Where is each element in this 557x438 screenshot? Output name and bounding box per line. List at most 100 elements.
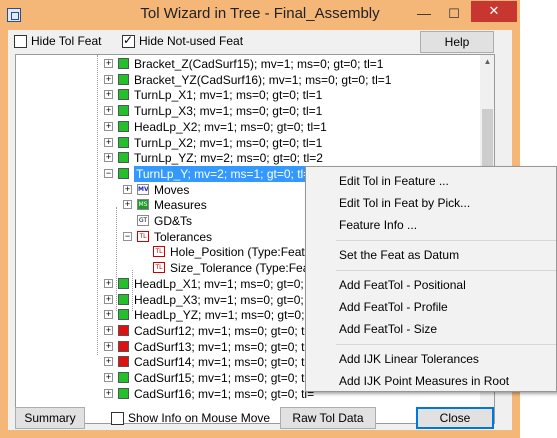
tree-row[interactable]: + TurnLp_X1; mv=1; ms=0; gt=0; tl=1	[16, 87, 486, 103]
expand-toggle[interactable]: −	[123, 231, 132, 241]
expand-toggle[interactable]: +	[104, 325, 113, 335]
feature-label: HeadLp_YZ; mv=1; ms=0; gt=0; tl=	[134, 308, 321, 323]
tree-row[interactable]: + TurnLp_YZ; mv=2; ms=0; gt=0; tl=2	[16, 150, 486, 166]
raw-tol-data-button[interactable]: Raw Tol Data	[280, 407, 376, 429]
expand-toggle[interactable]: +	[104, 294, 113, 304]
show-info-checkbox[interactable]: Show Info on Mouse Move	[111, 411, 270, 425]
feature-status-icon	[118, 136, 129, 148]
menu-item[interactable]: Add FeatTol - Profile	[339, 297, 448, 317]
title-bar[interactable]: Tol Wizard in Tree - Final_Assembly — ☐ …	[0, 0, 520, 30]
feature-status-icon	[118, 277, 129, 289]
feature-status-icon	[118, 387, 129, 399]
summary-button[interactable]: Summary	[15, 407, 85, 429]
menu-item[interactable]: Edit Tol in Feature ...	[339, 171, 449, 191]
tl-icon: TL	[153, 262, 165, 274]
context-menu: Edit Tol in Feature ... Edit Tol in Feat …	[305, 166, 557, 392]
feature-status-icon	[118, 293, 129, 305]
hide-tol-feat-checkbox[interactable]: Hide Tol Feat	[14, 34, 101, 48]
expand-toggle[interactable]: +	[104, 137, 113, 147]
maximize-button[interactable]: ☐	[440, 4, 468, 24]
feature-label: CadSurf15; mv=1; ms=0; gt=0; tl=	[134, 371, 315, 385]
feature-label: Bracket_Z(CadSurf15); mv=1; ms=0; gt=0; …	[134, 57, 384, 71]
feature-label: CadSurf13; mv=1; ms=0; gt=0; tl=0	[134, 339, 321, 354]
tree-node-tolerance-item-label: Hole_Position (Type:Feature	[170, 245, 323, 260]
ms-icon: MS	[137, 199, 149, 211]
menu-item[interactable]: Add IJK Point Measures in Root	[339, 371, 509, 391]
feature-label: HeadLp_X1; mv=1; ms=0; gt=0; tl=	[134, 276, 321, 291]
feature-status-icon	[118, 73, 129, 85]
tl-icon: TL	[137, 230, 149, 242]
feature-status-icon	[118, 167, 129, 179]
feature-status-icon	[118, 309, 129, 321]
feature-label: HeadLp_X2; mv=1; ms=0; gt=0; tl=1	[134, 119, 327, 134]
tree-node-moves-label: Moves	[154, 182, 190, 197]
tree-row[interactable]: + HeadLp_X2; mv=1; ms=0; gt=0; tl=1	[16, 119, 486, 135]
menu-item[interactable]: Edit Tol in Feat by Pick...	[339, 193, 470, 213]
show-info-box[interactable]	[111, 411, 124, 425]
expand-toggle[interactable]: +	[104, 310, 113, 320]
window-close-button[interactable]: ✕	[471, 1, 517, 22]
tree-row[interactable]: + Bracket_Z(CadSurf15); mv=1; ms=0; gt=0;…	[16, 56, 486, 72]
tree-row[interactable]: + Bracket_YZ(CadSurf16); mv=1; ms=0; gt=0…	[16, 72, 486, 88]
feature-status-icon	[118, 89, 129, 101]
expand-toggle[interactable]: +	[123, 184, 132, 194]
expand-toggle[interactable]: +	[104, 373, 113, 382]
feature-label: TurnLp_Y; mv=2; ms=1; gt=0; tl=2	[134, 165, 319, 182]
feature-label: CadSurf14; mv=1; ms=0; gt=0; tl=0	[134, 355, 321, 370]
expand-toggle[interactable]: +	[104, 121, 113, 131]
expand-toggle[interactable]: +	[104, 90, 113, 100]
menu-item[interactable]: Add FeatTol - Positional	[339, 275, 466, 295]
menu-item[interactable]: Add IJK Linear Tolerances	[339, 349, 479, 369]
hide-not-used-feat-label: Hide Not-used Feat	[139, 34, 244, 48]
expand-toggle[interactable]: +	[104, 357, 113, 367]
tree-node-tolerances-label: Tolerances	[154, 229, 213, 244]
menu-item[interactable]: Add FeatTol - Size	[339, 319, 437, 339]
tl-icon: TL	[153, 246, 165, 258]
gdt-icon: GT	[137, 215, 149, 226]
feature-status-icon	[118, 120, 129, 132]
expand-toggle[interactable]: +	[104, 388, 113, 398]
feature-status-icon	[118, 58, 129, 69]
show-info-label: Show Info on Mouse Move	[128, 411, 271, 425]
mv-icon: MV	[137, 183, 149, 195]
expand-toggle[interactable]: +	[104, 341, 113, 351]
tree-node-gdts-label: GD&Ts	[154, 214, 193, 228]
feature-label: HeadLp_X3; mv=1; ms=0; gt=0; tl=	[134, 292, 321, 307]
hide-tol-feat-label: Hide Tol Feat	[31, 34, 102, 48]
feature-status-icon	[118, 340, 129, 352]
close-button[interactable]: Close	[416, 407, 494, 429]
expand-toggle[interactable]: +	[104, 74, 113, 84]
expand-toggle[interactable]: +	[123, 200, 132, 210]
feature-label: TurnLp_X1; mv=1; ms=0; gt=0; tl=1	[134, 88, 323, 103]
feature-label: TurnLp_X2; mv=1; ms=0; gt=0; tl=1	[134, 135, 323, 150]
help-button[interactable]: Help	[420, 31, 494, 53]
hide-not-used-feat-box[interactable]	[122, 33, 135, 48]
expand-toggle[interactable]: +	[104, 106, 113, 116]
feature-status-icon	[118, 105, 129, 117]
feature-label: TurnLp_YZ; mv=2; ms=0; gt=0; tl=2	[134, 151, 323, 166]
tree-node-tolerance-item-label: Size_Tolerance (Type:Featur	[170, 261, 324, 276]
expand-toggle[interactable]: +	[104, 59, 113, 68]
expand-toggle[interactable]: +	[104, 278, 113, 288]
feature-label: CadSurf16; mv=1; ms=0; gt=0; tl=	[134, 386, 315, 401]
feature-label: Bracket_YZ(CadSurf16); mv=1; ms=0; gt=0;…	[134, 72, 392, 87]
menu-item[interactable]: Feature Info ...	[339, 215, 417, 235]
tree-node-measures-label: Measures	[154, 198, 207, 213]
feature-status-icon	[118, 324, 129, 336]
feature-label: CadSurf12; mv=1; ms=0; gt=0; tl=0	[134, 323, 321, 338]
menu-separator	[336, 270, 556, 271]
menu-separator	[336, 240, 556, 241]
scroll-up-arrow[interactable]: ▲	[480, 57, 494, 71]
minimize-button[interactable]: —	[410, 4, 438, 24]
feature-status-icon	[118, 152, 129, 164]
feature-status-icon	[118, 372, 129, 383]
tree-row[interactable]: + TurnLp_X2; mv=1; ms=0; gt=0; tl=1	[16, 135, 486, 151]
hide-not-used-feat-checkbox[interactable]: Hide Not-used Feat	[122, 33, 244, 48]
expand-toggle[interactable]: −	[104, 168, 113, 178]
menu-item[interactable]: Set the Feat as Datum	[339, 245, 459, 265]
hide-tol-feat-box[interactable]	[14, 34, 27, 48]
feature-label: TurnLp_X3; mv=1; ms=0; gt=0; tl=1	[134, 104, 323, 119]
expand-toggle[interactable]: +	[104, 153, 113, 163]
menu-separator	[336, 344, 556, 345]
tree-row[interactable]: + TurnLp_X3; mv=1; ms=0; gt=0; tl=1	[16, 103, 486, 119]
